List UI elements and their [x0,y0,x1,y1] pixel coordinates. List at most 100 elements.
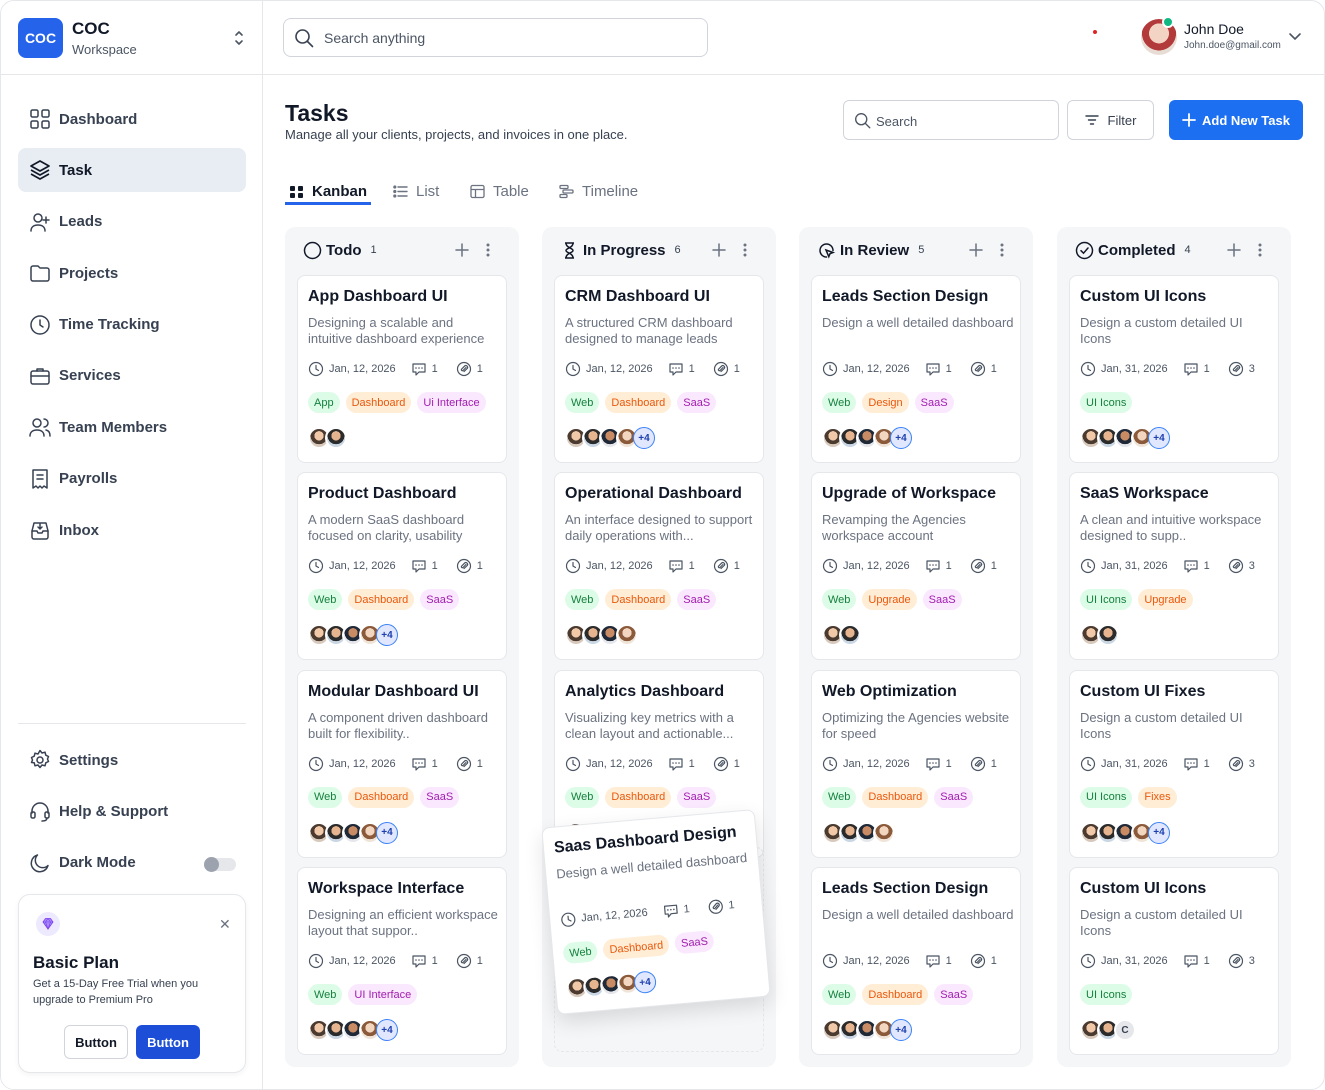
comments[interactable]: 1 [1183,953,1210,969]
comments[interactable]: 1 [668,756,695,772]
task-card[interactable]: Workspace Interface Designing an efficie… [297,867,507,1056]
sidebar-item-inbox[interactable]: Inbox [18,508,246,552]
attachments[interactable]: 1 [456,756,483,772]
tag[interactable]: SaaS [677,786,717,808]
task-card[interactable]: Product Dashboard A modern SaaS dashboar… [297,472,507,661]
task-card[interactable]: CRM Dashboard UI A structured CRM dashbo… [554,275,764,463]
more-assignees-badge[interactable]: +4 [633,427,655,449]
tag[interactable]: Dashboard [348,786,415,808]
task-search-input[interactable] [876,111,1046,131]
tag[interactable]: Design [862,392,909,413]
attachments[interactable]: 3 [1228,756,1255,772]
close-icon[interactable]: ✕ [219,916,231,933]
attachments[interactable]: 1 [713,361,740,377]
avatar[interactable] [873,821,895,844]
tag[interactable]: Ui Interface [417,392,486,413]
tag[interactable]: Upgrade [1138,589,1193,611]
more-assignees-badge[interactable]: +4 [1148,821,1170,844]
sidebar-item-settings[interactable]: Settings [18,738,246,782]
task-card[interactable]: Saas Dashboard Design Design a well deta… [541,809,771,1015]
sidebar-item-projects[interactable]: Projects [18,251,246,295]
comments[interactable]: 1 [1183,756,1210,772]
more-vertical-icon[interactable] [1000,243,1004,257]
task-card[interactable]: Modular Dashboard UI A component driven … [297,669,507,858]
search-input[interactable] [324,28,694,48]
sidebar-item-task[interactable]: Task [18,148,246,193]
task-search[interactable] [843,100,1059,140]
comments[interactable]: 1 [925,756,952,772]
tag[interactable]: UI Interface [348,984,418,1006]
more-assignees-badge[interactable]: +4 [376,821,398,844]
tab-table[interactable]: Table [470,177,529,205]
tag[interactable]: SaaS [420,589,460,611]
attachments[interactable]: 3 [1228,953,1255,969]
task-card[interactable]: Custom UI Icons Design a custom detailed… [1069,867,1279,1056]
tag[interactable]: Web [822,786,857,808]
attachments[interactable]: 1 [456,558,483,574]
avatar[interactable] [616,624,638,647]
plan-primary-button[interactable]: Button [136,1025,200,1059]
tag[interactable]: SaaS [677,392,717,413]
chevron-up-down-icon[interactable] [231,27,247,49]
more-assignees-badge[interactable]: +4 [890,1019,912,1042]
task-card[interactable]: App Dashboard UI Designing a scalable an… [297,275,507,463]
attachments[interactable]: 1 [456,953,483,969]
attachments[interactable]: 1 [970,756,997,772]
tag[interactable]: SaaS [674,930,715,955]
workspace-switcher[interactable]: COC COC Workspace [1,1,263,75]
sidebar-item-dashboard[interactable]: Dashboard [18,97,246,141]
tab-timeline[interactable]: Timeline [559,177,638,205]
tag[interactable]: SaaS [914,392,954,413]
comments[interactable]: 1 [411,953,438,969]
task-card[interactable]: Custom UI Fixes Design a custom detailed… [1069,669,1279,858]
tag[interactable]: UI Icons [1080,984,1133,1006]
plus-icon[interactable] [455,243,469,257]
more-assignees-badge[interactable]: +4 [376,1019,398,1042]
comments[interactable]: 1 [411,756,438,772]
tag[interactable]: Dashboard [348,589,415,611]
sidebar-item-help-support[interactable]: Help & Support [18,789,246,833]
comments[interactable]: 1 [925,361,952,377]
attachments[interactable]: 1 [970,558,997,574]
comments[interactable]: 1 [925,953,952,969]
attachments[interactable]: 3 [1228,558,1255,574]
more-vertical-icon[interactable] [743,243,747,257]
more-assignees-badge[interactable]: +4 [1148,427,1170,449]
task-card[interactable]: Operational Dashboard An interface desig… [554,472,764,661]
more-assignees-badge[interactable]: +4 [890,427,912,449]
tag[interactable]: SaaS [922,589,962,611]
tag[interactable]: Dashboard [605,589,672,611]
comments[interactable]: 1 [925,558,952,574]
comments[interactable]: 1 [411,558,438,574]
tag[interactable]: UI Icons [1080,392,1133,413]
comments[interactable]: 1 [411,361,438,377]
chevron-down-icon[interactable] [1288,31,1302,41]
tag[interactable]: Dashboard [602,934,671,961]
attachments[interactable]: 1 [970,953,997,969]
tag[interactable]: Web [565,589,600,611]
task-card[interactable]: Custom UI Icons Design a custom detailed… [1069,275,1279,463]
tag[interactable]: Dashboard [605,786,672,808]
task-card[interactable]: Upgrade of Workspace Revamping the Agenc… [811,472,1021,661]
more-vertical-icon[interactable] [486,243,490,257]
tab-list[interactable]: List [393,177,439,205]
global-search[interactable] [283,18,708,57]
tag[interactable]: Upgrade [862,589,917,611]
sidebar-item-leads[interactable]: Leads [18,200,246,244]
tag[interactable]: UI Icons [1080,786,1133,808]
tag[interactable]: Dashboard [862,984,929,1006]
attachments[interactable]: 1 [713,558,740,574]
comments[interactable]: 1 [1183,558,1210,574]
tag[interactable]: Web [565,392,600,413]
tag[interactable]: Web [308,589,343,611]
dark-mode-toggle[interactable] [204,857,236,872]
attachments[interactable]: 1 [707,897,735,915]
attachments[interactable]: 1 [713,756,740,772]
sidebar-item-services[interactable]: Services [18,354,246,398]
tag[interactable]: Web [308,984,343,1006]
tag[interactable]: Dashboard [862,786,929,808]
tab-kanban[interactable]: Kanban [289,177,367,205]
task-card[interactable]: Leads Section Design Design a well detai… [811,867,1021,1056]
attachments[interactable]: 1 [970,361,997,377]
avatar[interactable] [325,427,347,449]
